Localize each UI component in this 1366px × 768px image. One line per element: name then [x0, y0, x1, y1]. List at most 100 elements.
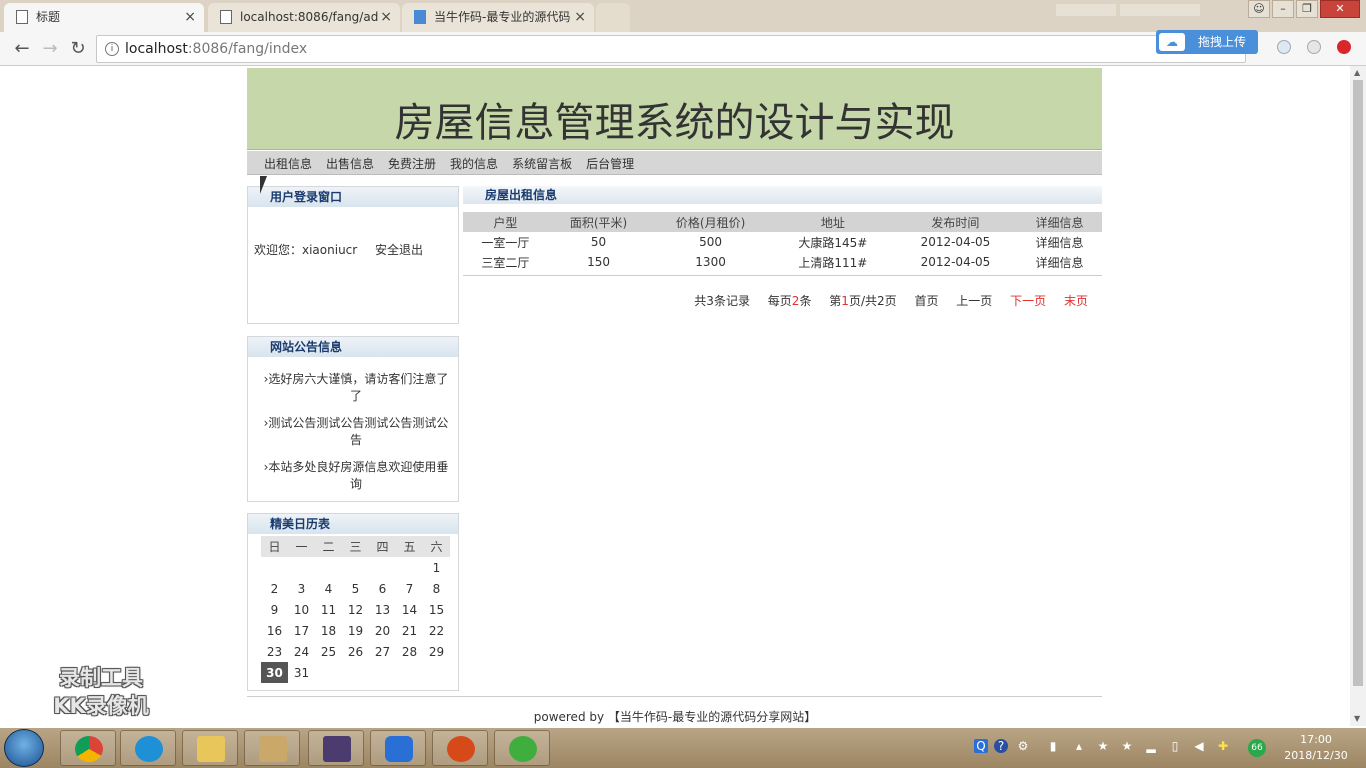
star-tray-icon[interactable]: ★ [1120, 739, 1134, 753]
detail-link[interactable]: 详细信息 [1017, 252, 1102, 272]
calendar-day[interactable]: 31 [288, 662, 315, 683]
user-icon[interactable]: ☺ [1248, 0, 1270, 18]
scroll-down-icon[interactable]: ▼ [1354, 714, 1360, 723]
new-tab-button[interactable] [596, 3, 630, 32]
browser-tab-active[interactable]: 标题 × [4, 3, 204, 32]
contacts-taskbar-icon[interactable] [120, 730, 176, 766]
network-signal-icon[interactable]: ▂ [1144, 739, 1158, 753]
calendar-day[interactable]: 13 [369, 599, 396, 620]
calendar-day[interactable]: 4 [315, 578, 342, 599]
chrome-taskbar-icon[interactable] [60, 730, 116, 766]
menu-item-guestbook[interactable]: 系统留言板 [512, 151, 572, 174]
calendar-day[interactable]: 22 [423, 620, 450, 641]
folder-taskbar-icon[interactable] [182, 730, 238, 766]
settings-tray-icon[interactable]: ⚙ [1016, 739, 1030, 753]
system-clock[interactable]: 17:00 2018/12/30 [1276, 732, 1356, 764]
calendar-day[interactable]: 21 [396, 620, 423, 641]
calendar-day[interactable]: 18 [315, 620, 342, 641]
calendar-day[interactable]: 17 [288, 620, 315, 641]
start-button[interactable] [4, 729, 44, 767]
tab-close-icon[interactable]: × [380, 3, 392, 31]
maximize-icon[interactable]: ❐ [1296, 0, 1318, 18]
sync-taskbar-icon[interactable] [494, 730, 550, 766]
calendar-day[interactable]: 6 [369, 578, 396, 599]
wps-taskbar-icon[interactable] [370, 730, 426, 766]
extension-icon[interactable] [1307, 40, 1321, 54]
minimize-icon[interactable]: – [1272, 0, 1294, 18]
back-arrow-icon[interactable]: ← [10, 37, 34, 61]
volume-icon[interactable]: ◀ [1192, 739, 1206, 753]
calendar-day[interactable]: 20 [369, 620, 396, 641]
scrollbar-thumb[interactable] [1353, 80, 1363, 686]
prev-page-link[interactable]: 上一页 [956, 294, 992, 308]
tools-taskbar-icon[interactable] [244, 730, 300, 766]
calendar-day[interactable]: 8 [423, 578, 450, 599]
calendar-day[interactable]: 7 [396, 578, 423, 599]
star-tray-icon[interactable]: ★ [1096, 739, 1110, 753]
calendar-day[interactable]: 24 [288, 641, 315, 662]
next-page-link[interactable]: 下一页 [1010, 294, 1046, 308]
forward-arrow-icon[interactable]: → [38, 37, 62, 61]
notice-item[interactable]: ›测试公告测试公告测试公告测试公告 [248, 415, 458, 449]
calendar-empty-cell [315, 557, 342, 578]
calendar-day[interactable]: 26 [342, 641, 369, 662]
site-favicon-icon [414, 10, 426, 24]
calendar-day[interactable]: 1 [423, 557, 450, 578]
menu-item-rent[interactable]: 出租信息 [264, 151, 312, 174]
url-host: localhost [125, 41, 188, 57]
calendar-day[interactable]: 30 [261, 662, 288, 683]
show-hidden-icons-icon[interactable]: ▴ [1072, 739, 1086, 753]
menu-item-register[interactable]: 免费注册 [388, 151, 436, 174]
tab-close-icon[interactable]: × [574, 3, 586, 31]
upload-button[interactable]: ☁ 拖拽上传 [1156, 30, 1258, 54]
calendar-day[interactable]: 10 [288, 599, 315, 620]
calendar-day[interactable]: 3 [288, 578, 315, 599]
calendar-day[interactable]: 28 [396, 641, 423, 662]
reload-icon[interactable]: ↻ [66, 37, 90, 61]
plus-tray-icon[interactable]: ✚ [1216, 739, 1230, 753]
calendar-day[interactable]: 12 [342, 599, 369, 620]
vertical-scrollbar[interactable]: ▲ ▼ [1350, 66, 1366, 726]
calendar-day[interactable]: 27 [369, 641, 396, 662]
browser-tab[interactable]: localhost:8086/fang/ad × [208, 3, 400, 32]
notice-item[interactable]: ›选好房六大谨慎，请访客们注意了了 [248, 371, 458, 405]
scroll-up-icon[interactable]: ▲ [1354, 68, 1360, 77]
battery-tray-icon[interactable]: ▮ [1046, 739, 1060, 753]
calendar-day[interactable]: 9 [261, 599, 288, 620]
table-row: 一室一厅 50 500 大康路145# 2012-04-05 详细信息 [463, 232, 1102, 252]
tab-close-icon[interactable]: × [184, 3, 196, 31]
close-window-icon[interactable]: ✕ [1320, 0, 1360, 18]
recorder-taskbar-icon[interactable] [432, 730, 488, 766]
calendar-day[interactable]: 19 [342, 620, 369, 641]
login-panel: 用户登录窗口 欢迎您：xiaoniucr 安全退出 [247, 186, 459, 324]
calendar-day[interactable]: 23 [261, 641, 288, 662]
first-page-link[interactable]: 首页 [914, 294, 938, 308]
calendar-day[interactable]: 2 [261, 578, 288, 599]
calendar-day[interactable]: 15 [423, 599, 450, 620]
notification-badge[interactable]: 66 [1248, 739, 1266, 757]
calendar-day[interactable]: 11 [315, 599, 342, 620]
menu-item-my-info[interactable]: 我的信息 [450, 151, 498, 174]
eclipse-taskbar-icon[interactable] [308, 730, 364, 766]
detail-link[interactable]: 详细信息 [1017, 232, 1102, 252]
extension-icon[interactable] [1277, 40, 1291, 54]
calendar-day[interactable]: 25 [315, 641, 342, 662]
phone-tray-icon[interactable]: ▯ [1168, 739, 1182, 753]
notice-item[interactable]: ›本站多处良好房源信息欢迎使用垂询 [248, 459, 458, 493]
url-text[interactable]: localhost:8086/fang/index [125, 41, 307, 57]
menu-item-admin[interactable]: 后台管理 [586, 151, 634, 174]
calendar-day[interactable]: 14 [396, 599, 423, 620]
address-bar[interactable]: i localhost:8086/fang/index [96, 35, 1246, 63]
menu-item-sale[interactable]: 出售信息 [326, 151, 374, 174]
footer-link[interactable]: 【当牛作码-最专业的源代码分享网站】 [608, 710, 816, 724]
calendar-day[interactable]: 29 [423, 641, 450, 662]
last-page-link[interactable]: 末页 [1064, 294, 1088, 308]
extension-icon[interactable] [1337, 40, 1351, 54]
calendar-day[interactable]: 16 [261, 620, 288, 641]
help-tray-icon[interactable]: ? [994, 739, 1008, 753]
info-icon[interactable]: i [105, 42, 119, 56]
logout-link[interactable]: 安全退出 [375, 241, 423, 258]
q-tray-icon[interactable]: Q [974, 739, 988, 753]
calendar-day[interactable]: 5 [342, 578, 369, 599]
browser-tab[interactable]: 当牛作码-最专业的源代码 × [402, 3, 594, 32]
